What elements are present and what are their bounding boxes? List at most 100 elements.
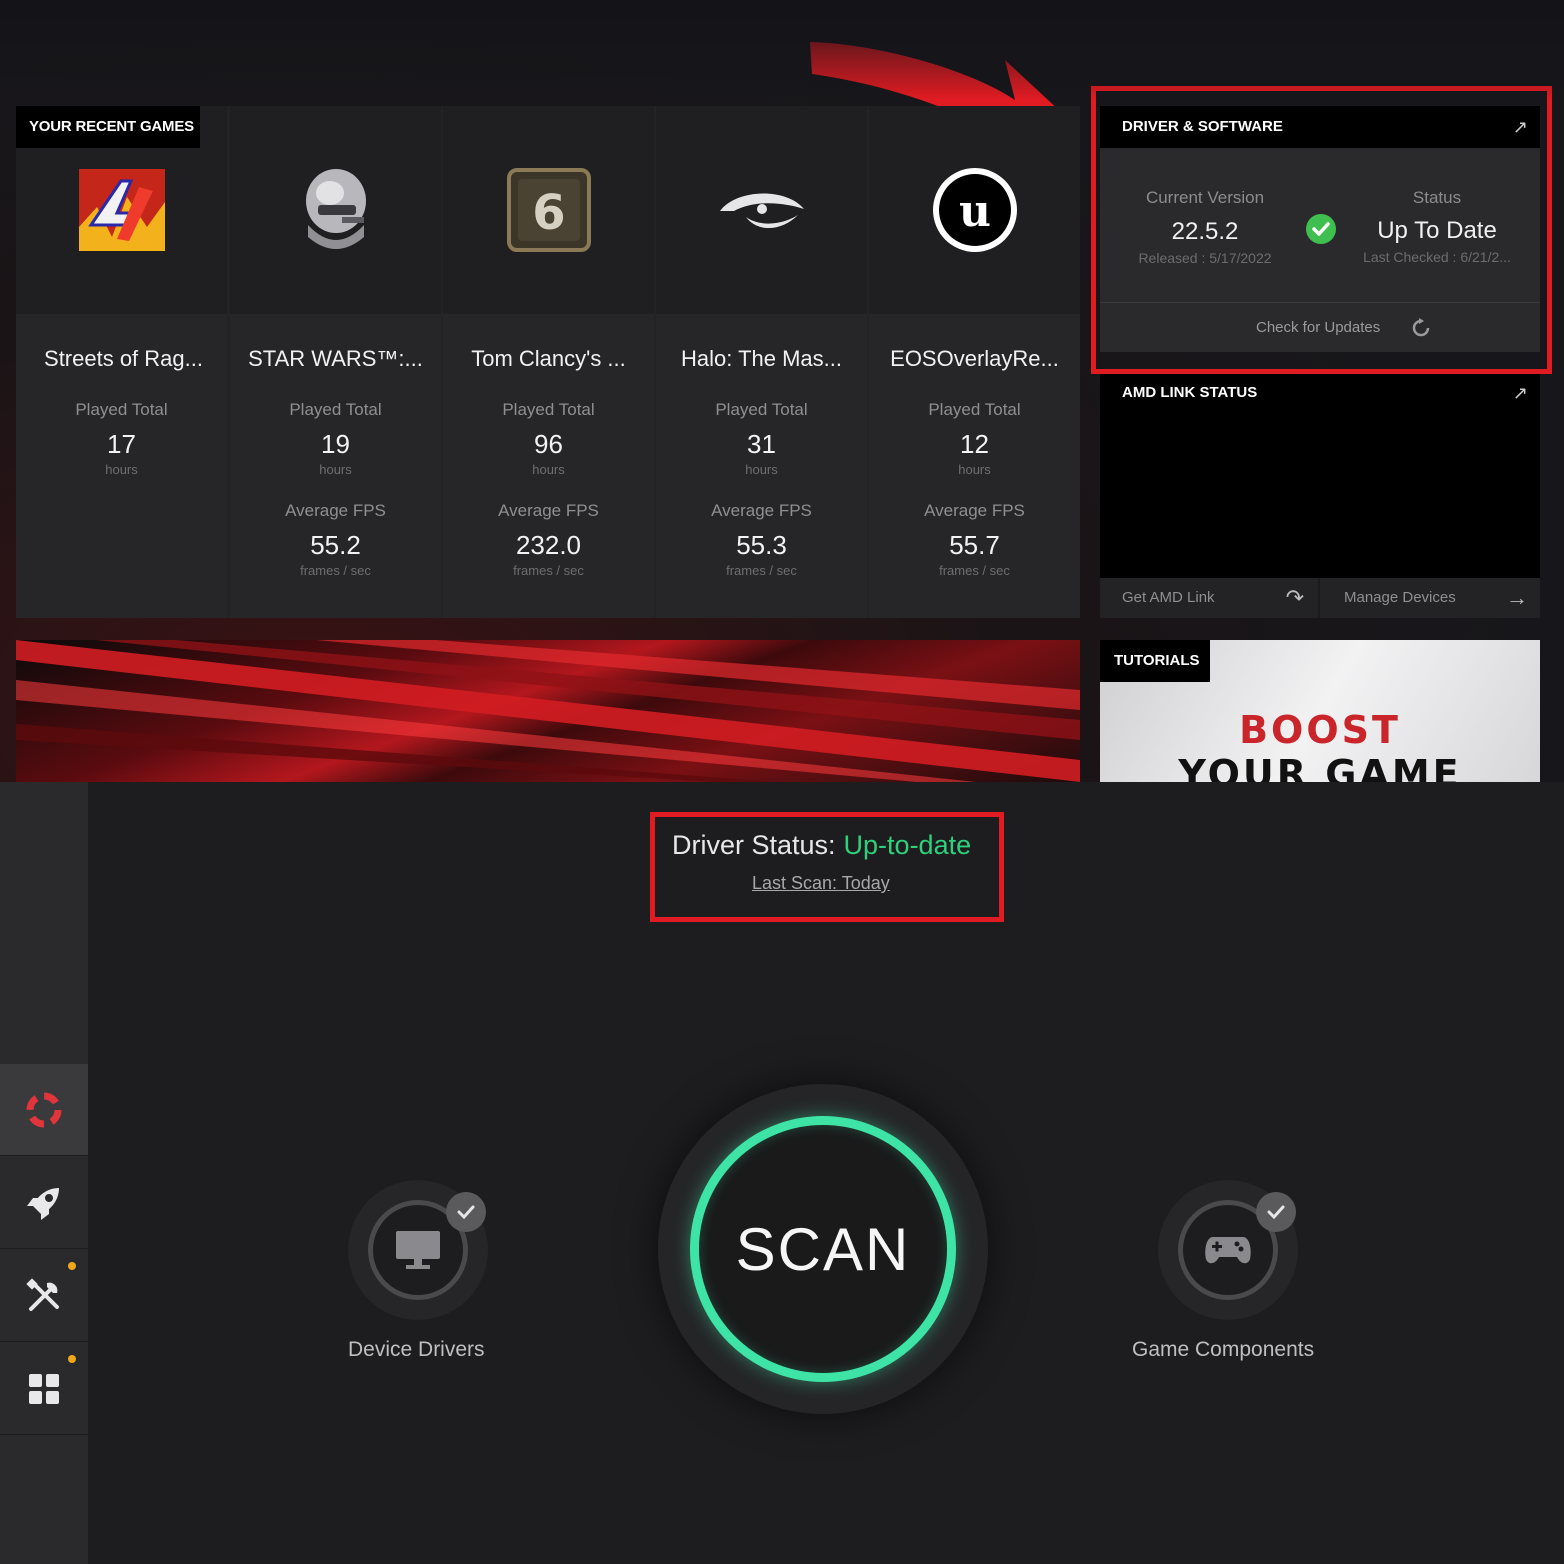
device-drivers-label: Device Drivers [348,1338,485,1361]
manage-devices-button[interactable]: Manage Devices → [1322,578,1540,618]
sidebar-item-home[interactable] [0,1064,88,1156]
played-total-label: Played Total [289,400,382,419]
game-name: Tom Clancy's ... [471,346,626,371]
current-version-value: 22.5.2 [1171,218,1239,245]
tutorial-headline-2: YOUR GAME [1178,752,1462,782]
svg-text:u: u [959,186,991,237]
hours-unit: hours [745,462,778,477]
last-scan-link[interactable]: Last Scan: Today [752,873,890,894]
tutorials-panel[interactable]: TUTORIALS BOOST YOUR GAME [1100,640,1540,782]
check-circle-icon [1306,214,1336,244]
played-total-value: 96 [534,429,563,459]
share-arrow-icon: ↷ [1285,585,1304,610]
rainbow-six-icon: 6 [506,168,591,252]
recent-games-header: YOUR RECENT GAMES [16,106,200,148]
notification-dot [68,1355,76,1363]
driver-software-panel: DRIVER & SOFTWARE ↗ Current Version 22.5… [1100,106,1540,352]
streets-of-rage-icon [78,169,165,251]
average-fps-value: 55.7 [949,530,1000,560]
tutorials-title: TUTORIALS [1100,640,1210,682]
average-fps-value: 55.2 [310,530,361,560]
average-fps-value: 232.0 [515,530,582,560]
game-card-eos-overlay[interactable]: u EOSOverlayRe... Played Total 12 hours … [869,106,1080,618]
amd-link-title: AMD LINK STATUS [1122,384,1258,401]
driver-status: Driver Status: Up-to-date [672,830,971,861]
promo-banner[interactable] [16,640,1080,782]
hours-unit: hours [958,462,991,477]
arrow-right-icon: → [1506,585,1528,610]
average-fps-label: Average FPS [285,501,386,520]
status-label: Status [1412,188,1462,207]
star-wars-helmet-icon [305,169,366,249]
current-version-label: Current Version [1145,188,1265,207]
grid-icon [29,1373,59,1404]
get-amd-link-button[interactable]: Get AMD Link ↷ [1100,578,1320,618]
hours-unit: hours [532,462,565,477]
played-total-value: 17 [107,429,136,459]
checkmark-icon [446,1192,486,1232]
driver-status-label: Driver Status: [672,830,836,860]
played-total-value: 19 [321,429,350,459]
tutorial-headline-1: BOOST [1239,708,1401,752]
lifebuoy-icon [26,1092,62,1127]
fps-unit: frames / sec [300,563,371,578]
game-components-button[interactable] [1158,1180,1298,1320]
played-total-label: Played Total [502,400,595,419]
driver-status-value: Up-to-date [843,830,972,860]
driver-booster-window: Driver Status: Up-to-date Last Scan: Toda… [0,782,1564,1564]
hours-unit: hours [105,462,138,477]
gamepad-icon [1205,1237,1251,1264]
check-for-updates-button[interactable]: Check for Updates [1100,302,1540,352]
halo-icon [719,193,804,229]
fps-unit: frames / sec [726,563,797,578]
released-date: Released : 5/17/2022 [1138,250,1272,266]
fps-unit: frames / sec [939,563,1010,578]
hours-unit: hours [319,462,352,477]
expand-icon[interactable]: ↗ [1513,372,1528,414]
check-for-updates-label: Check for Updates [1256,319,1381,336]
game-card-star-wars[interactable]: STAR WARS™:... Played Total 19 hours Ave… [230,106,441,618]
device-drivers-button[interactable] [348,1180,488,1320]
fps-unit: frames / sec [513,563,584,578]
svg-text:6: 6 [532,185,565,241]
played-total-value: 31 [747,429,776,459]
notification-dot [68,1262,76,1270]
tools-icon [26,1277,59,1311]
game-card-streets-of-rage[interactable]: Streets of Rag... Played Total 17 hours [16,106,227,618]
sidebar-item-apps[interactable] [0,1343,88,1435]
sidebar [0,782,88,1564]
sidebar-item-boost[interactable] [0,1157,88,1249]
unreal-engine-icon: u [932,168,1017,252]
last-checked: Last Checked : 6/21/2... [1363,249,1511,265]
checkmark-icon [1256,1192,1296,1232]
recent-games-panel: YOUR RECENT GAMES Streets of Rag... Play… [16,106,1080,618]
amd-software-window: YOUR RECENT GAMES Streets of Rag... Play… [0,0,1564,782]
status-value: Up To Date [1377,217,1497,244]
average-fps-label: Average FPS [711,501,812,520]
average-fps-value: 55.3 [736,530,787,560]
expand-icon[interactable]: ↗ [1513,106,1528,148]
composite-screenshot: YOUR RECENT GAMES Streets of Rag... Play… [0,0,1564,1564]
average-fps-label: Average FPS [498,501,599,520]
monitor-icon [396,1231,440,1269]
highlight-box-driver-status [650,812,1004,922]
driver-software-title: DRIVER & SOFTWARE [1122,118,1283,135]
played-total-value: 12 [960,429,989,459]
played-total-label: Played Total [715,400,808,419]
game-name: STAR WARS™:... [248,346,423,371]
rocket-icon [27,1187,59,1220]
game-name: Halo: The Mas... [681,346,842,371]
game-card-halo[interactable]: Halo: The Mas... Played Total 31 hours A… [656,106,867,618]
average-fps-label: Average FPS [924,501,1025,520]
played-total-label: Played Total [75,400,168,419]
amd-link-panel: AMD LINK STATUS ↗ Get AMD Link ↷ Manage … [1100,372,1540,618]
sidebar-item-tools[interactable] [0,1250,88,1342]
game-name: EOSOverlayRe... [890,346,1059,371]
game-name: Streets of Rag... [44,346,203,371]
game-card-tom-clancys[interactable]: 6 Tom Clancy's ... Played Total 96 hours… [443,106,654,618]
played-total-label: Played Total [928,400,1021,419]
refresh-icon [1412,318,1430,337]
red-streak-graphic [16,640,1080,782]
game-components-label: Game Components [1132,1338,1315,1361]
scan-button[interactable]: SCAN [690,1116,956,1382]
